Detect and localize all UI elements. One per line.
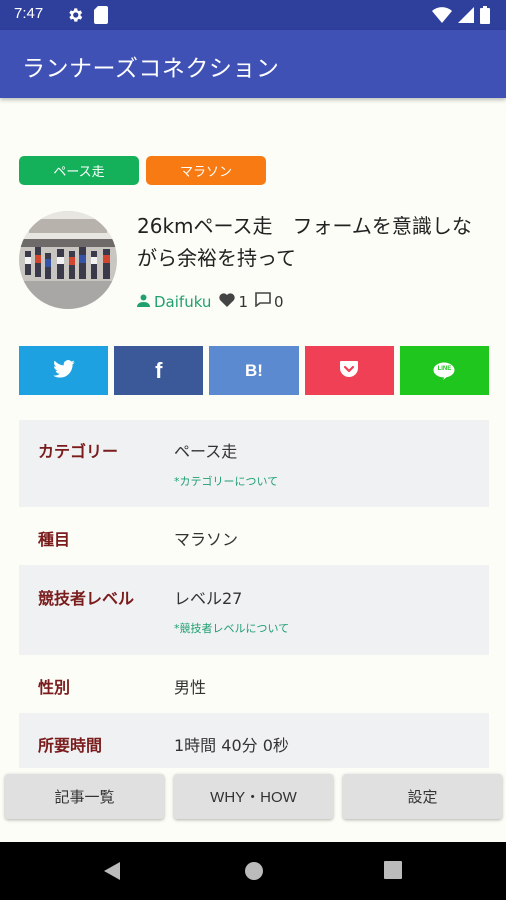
bottom-nav: 記事一覧 WHY・HOW 設定 (0, 768, 506, 842)
detail-row-category: カテゴリー ペース走 *カテゴリーについて (19, 420, 489, 507)
share-line-button[interactable]: LINE (399, 346, 490, 395)
detail-value: マラソン (174, 530, 239, 549)
recents-icon[interactable] (384, 861, 402, 883)
tag-pace-run[interactable]: ペース走 (19, 156, 139, 185)
back-icon[interactable] (102, 861, 122, 885)
sim-card-icon (94, 6, 108, 28)
battery-icon (480, 6, 490, 28)
gear-icon (66, 6, 84, 28)
detail-value: ペース走 (174, 442, 238, 461)
detail-label: 性別 (38, 678, 71, 697)
app-bar: ランナーズコネクション (0, 30, 506, 98)
home-icon[interactable] (244, 861, 264, 885)
hatena-bookmark-icon: B! (245, 360, 263, 380)
share-twitter-button[interactable] (19, 346, 109, 395)
like-count: 1 (238, 292, 248, 311)
app-title: ランナーズコネクション (22, 56, 280, 82)
comment-count: 0 (273, 292, 284, 311)
status-bar: 7:47 (0, 0, 506, 30)
category-help-link[interactable]: *カテゴリーについて (174, 473, 278, 489)
detail-label: 所要時間 (38, 736, 103, 755)
comment-icon[interactable] (255, 292, 271, 311)
why-how-button[interactable]: WHY・HOW (174, 774, 333, 819)
line-icon: LINE (433, 362, 455, 380)
detail-row-level: 競技者レベル レベル27 *競技者レベルについて (19, 565, 489, 655)
heart-icon[interactable] (219, 292, 236, 311)
article-thumbnail (19, 211, 117, 309)
detail-value: 1時間 40分 0秒 (174, 736, 289, 755)
share-hatena-button[interactable]: B! (209, 346, 299, 395)
level-help-link[interactable]: *競技者レベルについて (174, 620, 289, 636)
status-time: 7:47 (14, 5, 44, 22)
facebook-icon: f (155, 357, 163, 383)
author-name[interactable]: Daifuku (154, 293, 211, 311)
detail-label: 競技者レベル (38, 589, 135, 608)
detail-value: レベル27 (174, 589, 243, 608)
signal-icon (458, 7, 474, 27)
detail-label: 種目 (38, 530, 71, 549)
person-icon (137, 293, 150, 311)
pocket-icon (339, 360, 359, 382)
detail-label: カテゴリー (38, 442, 119, 461)
settings-button[interactable]: 設定 (343, 774, 502, 819)
detail-row-event: 種目 マラソン (19, 507, 489, 565)
system-nav-bar (0, 842, 506, 900)
detail-row-gender: 性別 男性 (19, 655, 489, 713)
detail-row-duration: 所要時間 1時間 40分 0秒 (19, 713, 489, 773)
article-list-button[interactable]: 記事一覧 (5, 774, 164, 819)
share-facebook-button[interactable]: f (114, 346, 204, 395)
share-buttons: f B! LINE (19, 346, 490, 395)
share-pocket-button[interactable] (304, 346, 394, 395)
article-meta: Daifuku 1 0 (137, 292, 291, 311)
twitter-icon (52, 359, 75, 382)
article-title: 26kmペース走 フォームを意識しながら余裕を持って (137, 214, 472, 270)
detail-value: 男性 (174, 678, 207, 697)
tag-marathon[interactable]: マラソン (146, 156, 266, 185)
wifi-icon (432, 7, 452, 27)
